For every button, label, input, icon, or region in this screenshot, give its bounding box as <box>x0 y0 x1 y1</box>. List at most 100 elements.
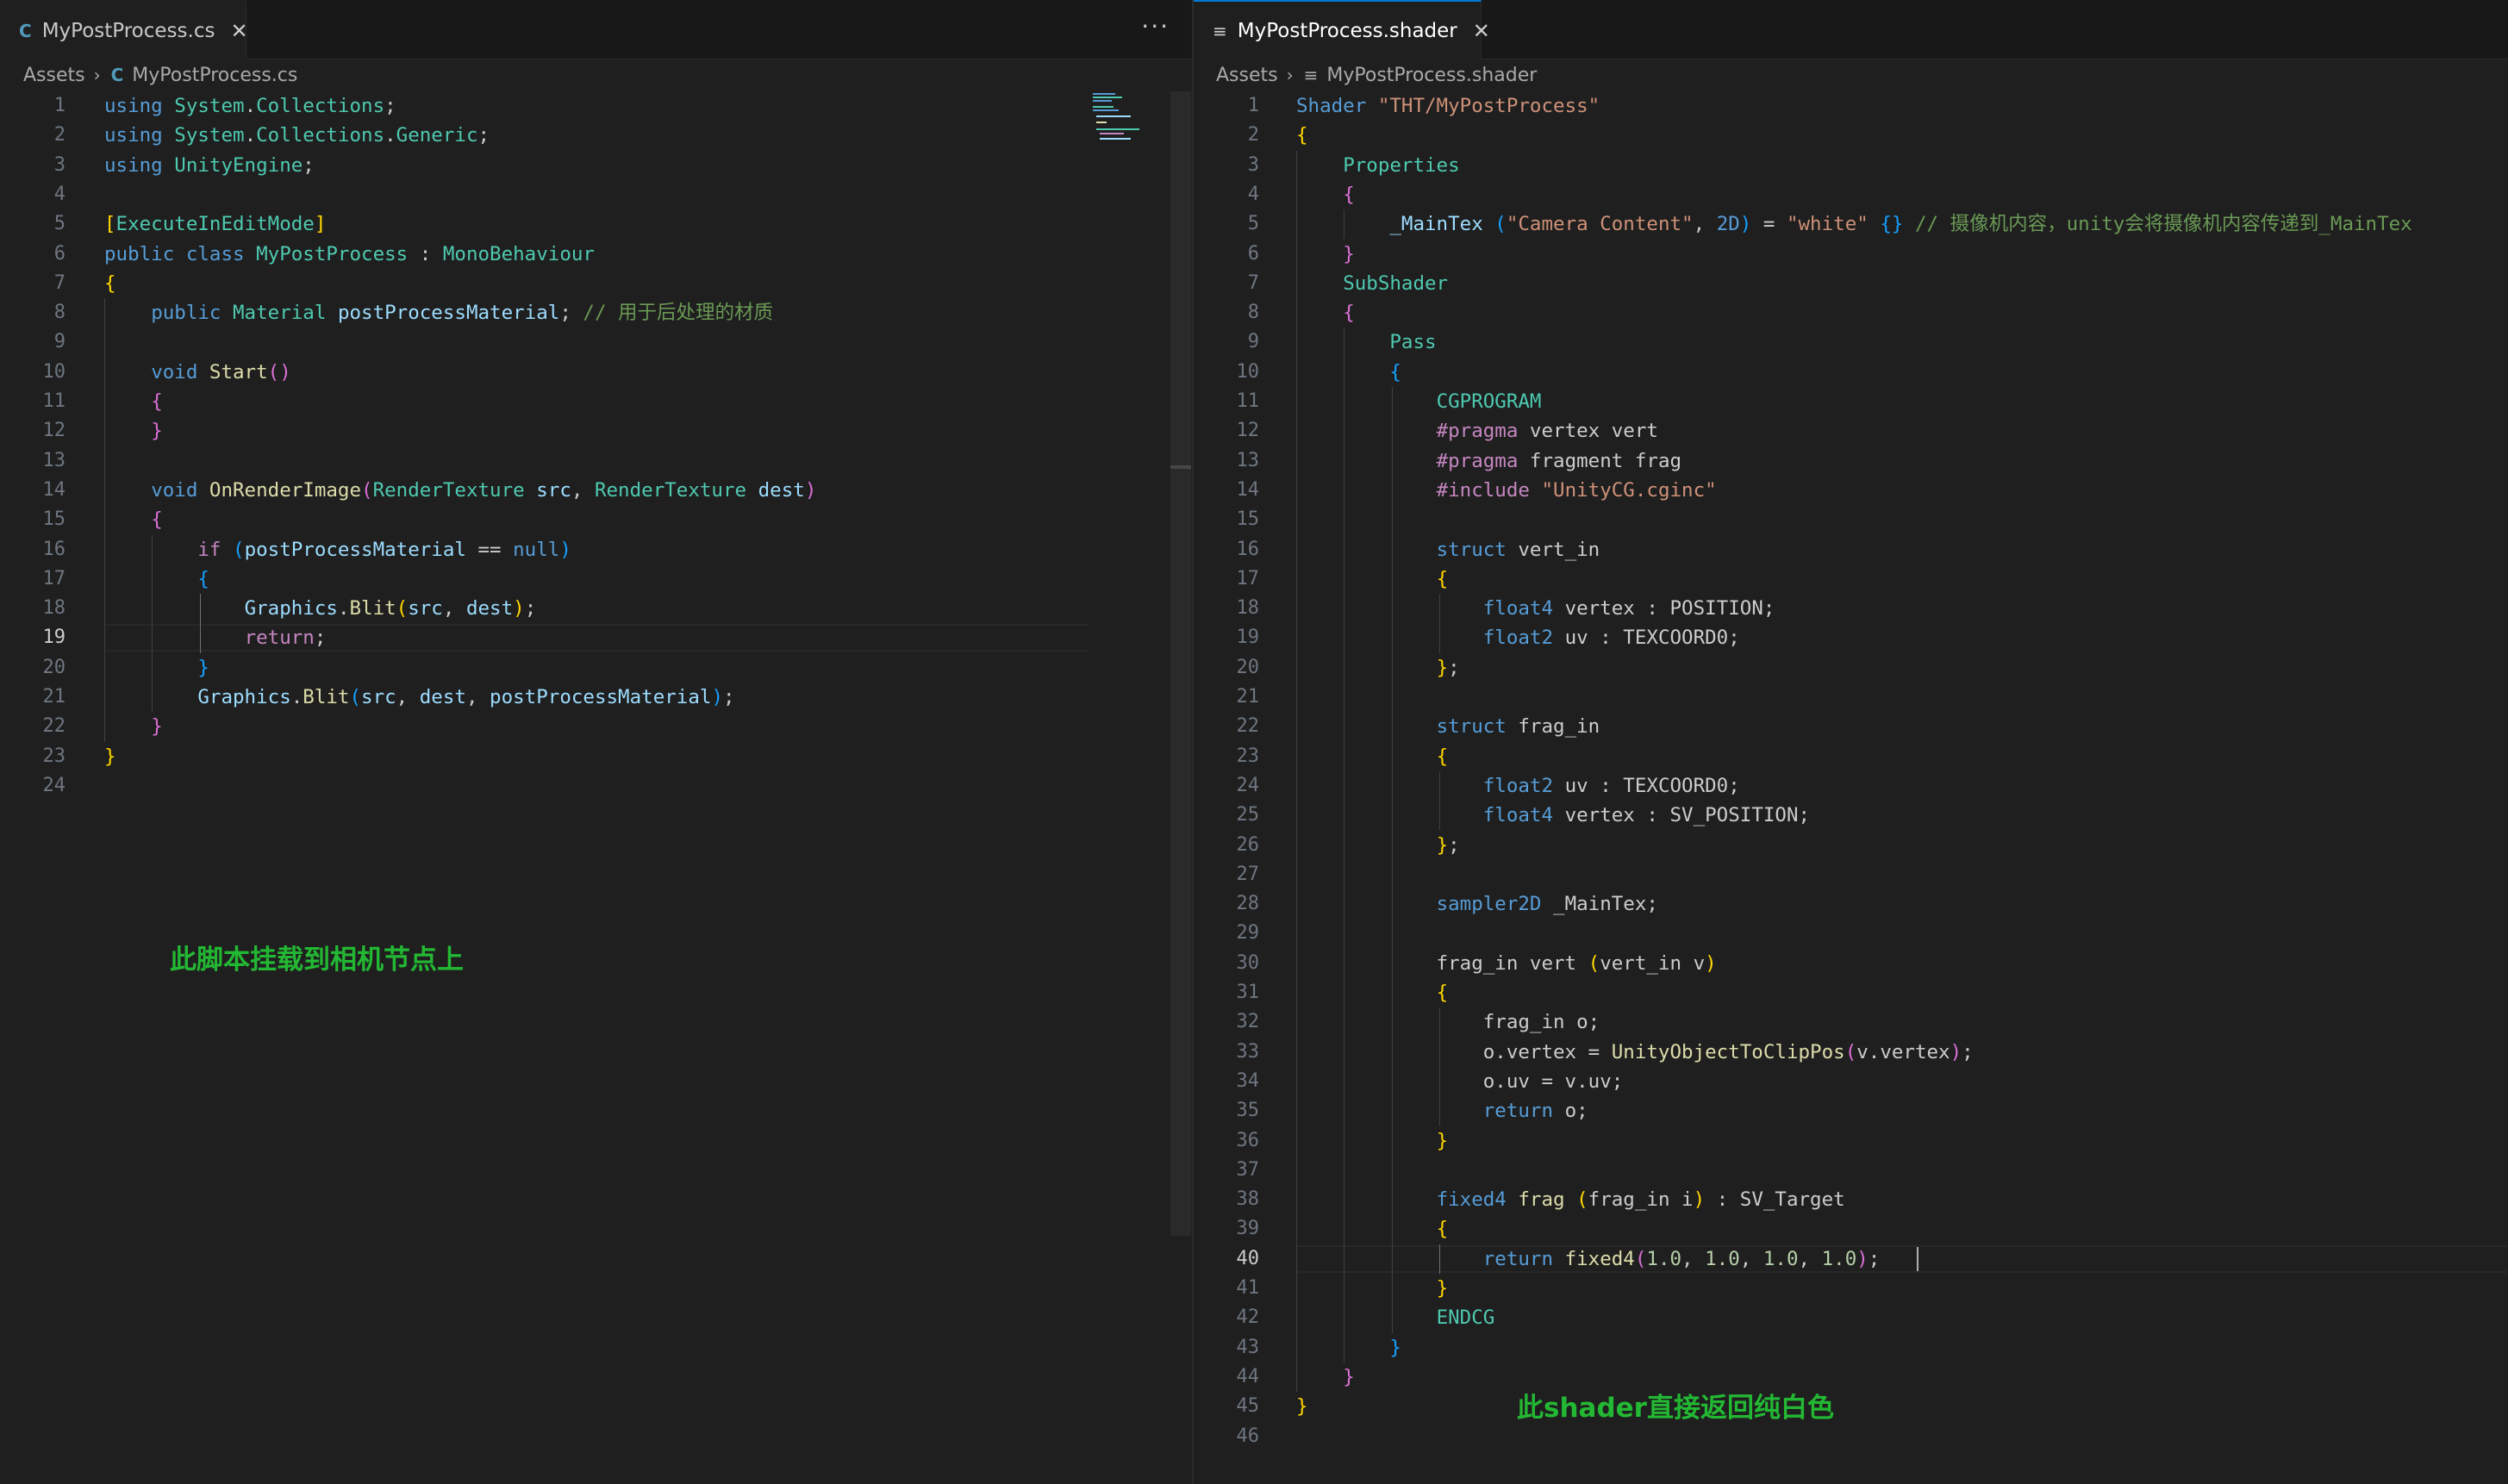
code-token: dest <box>758 478 805 502</box>
code-line[interactable]: 28 sampler2D _MainTex; <box>1194 889 2508 919</box>
line-number: 15 <box>42 508 66 531</box>
code-line[interactable]: 23} <box>0 742 1192 771</box>
code-line[interactable]: 42 ENDCG <box>1194 1303 2508 1332</box>
code-line[interactable]: 13 <box>0 446 1192 476</box>
code-line[interactable]: 3 using UnityEngine; <box>0 151 1192 180</box>
line-number: 5 <box>53 213 66 235</box>
code-line[interactable]: 18 float4 vertex : POSITION; <box>1194 594 2508 623</box>
code-line[interactable]: 17 { <box>0 564 1192 594</box>
code-line[interactable]: 29 <box>1194 919 2508 948</box>
code-line[interactable]: 2{ <box>1194 121 2508 150</box>
code-line[interactable]: 14 #include "UnityCG.cginc" <box>1194 476 2508 505</box>
code-line[interactable]: 22 struct frag_in <box>1194 712 2508 741</box>
code-line[interactable]: 7 SubShader <box>1194 269 2508 298</box>
code-text: public class MyPostProcess : MonoBehavio… <box>104 240 595 269</box>
code-line[interactable]: 26 }; <box>1194 831 2508 860</box>
code-line[interactable]: 16 struct vert_in <box>1194 535 2508 564</box>
code-area[interactable]: 1 Shader "THT/MyPostProcess" 2{3 Propertie… <box>1194 91 2508 1484</box>
code-token: fragment frag <box>1518 449 1682 472</box>
code-line[interactable]: 21 <box>1194 683 2508 712</box>
code-line[interactable]: 36 } <box>1194 1126 2508 1156</box>
code-line[interactable]: 15 { <box>0 505 1192 534</box>
breadcrumb-file[interactable]: MyPostProcess.cs <box>132 65 297 86</box>
code-line[interactable]: 1 Shader "THT/MyPostProcess" <box>1194 91 2508 121</box>
code-line[interactable]: 2 using System.Collections.Generic; <box>0 121 1192 150</box>
code-token: ) <box>1950 1040 1962 1063</box>
code-line[interactable]: 41 } <box>1194 1274 2508 1303</box>
code-token: Shader <box>1296 95 1367 117</box>
code-line[interactable]: 40 return fixed4(1.0, 1.0, 1.0, 1.0); <box>1194 1244 2508 1274</box>
code-line[interactable]: 21 Graphics.Blit(src, dest, postProcessM… <box>0 683 1192 712</box>
code-line[interactable]: 9 <box>0 327 1192 357</box>
code-text: sampler2D _MainTex; <box>1296 889 1658 919</box>
code-token: RenderTexture <box>594 478 747 502</box>
code-line[interactable]: 5 [ExecuteInEditMode] <box>0 209 1192 239</box>
code-line[interactable]: 1 using System.Collections; <box>0 91 1192 121</box>
code-line[interactable]: 22 } <box>0 712 1192 741</box>
minimap[interactable] <box>1093 90 1155 141</box>
code-line[interactable]: 38 fixed4 frag (frag_in i) : SV_Target <box>1194 1185 2508 1214</box>
code-token: o; <box>1553 1100 1588 1123</box>
line-number: 16 <box>1236 538 1260 560</box>
code-line[interactable]: 24 <box>0 771 1192 801</box>
code-line[interactable]: 18 Graphics.Blit(src, dest); <box>0 594 1192 623</box>
code-line[interactable]: 35 return o; <box>1194 1096 2508 1125</box>
tab-mypostprocess-shader[interactable]: ≡ MyPostProcess.shader ✕ <box>1194 0 1490 59</box>
code-line[interactable]: 43 } <box>1194 1333 2508 1362</box>
code-line[interactable]: 11 CGPROGRAM <box>1194 387 2508 416</box>
code-line[interactable]: 46 <box>1194 1422 2508 1451</box>
close-tab-icon[interactable]: ✕ <box>1473 19 1490 43</box>
code-area[interactable]: 1 using System.Collections; 2 using System.… <box>0 91 1192 1484</box>
code-line[interactable]: 15 <box>1194 505 2508 534</box>
breadcrumb-assets[interactable]: Assets <box>1216 65 1278 86</box>
code-line[interactable]: 39 { <box>1194 1214 2508 1244</box>
code-line[interactable]: 44 } <box>1194 1362 2508 1392</box>
code-line[interactable]: 24 float2 uv : TEXCOORD0; <box>1194 771 2508 801</box>
code-line[interactable]: 9 Pass <box>1194 327 2508 357</box>
code-line[interactable]: 12 } <box>0 416 1192 446</box>
code-line[interactable]: 19 return; <box>0 623 1192 652</box>
tab-mypostprocess-cs[interactable]: C MyPostProcess.cs ✕ <box>0 0 248 59</box>
code-token: ( <box>349 686 362 708</box>
code-line[interactable]: 25 float4 vertex : SV_POSITION; <box>1194 801 2508 830</box>
code-line[interactable]: 19 float2 uv : TEXCOORD0; <box>1194 623 2508 652</box>
code-line[interactable]: 34 o.uv = v.uv; <box>1194 1067 2508 1096</box>
breadcrumb-assets[interactable]: Assets <box>23 65 85 86</box>
code-line[interactable]: 20 } <box>0 653 1192 683</box>
code-line[interactable]: 17 { <box>1194 564 2508 594</box>
code-line[interactable]: 8 public Material postProcessMaterial; /… <box>0 298 1192 327</box>
code-line[interactable]: 5 _MainTex ("Camera Content", 2D) = "whi… <box>1194 209 2508 239</box>
code-line[interactable]: 20 }; <box>1194 653 2508 683</box>
code-line[interactable]: 3 Properties <box>1194 151 2508 180</box>
code-line[interactable]: 33 o.vertex = UnityObjectToClipPos(v.ver… <box>1194 1038 2508 1067</box>
breadcrumb-file[interactable]: MyPostProcess.shader <box>1326 65 1537 86</box>
code-line[interactable]: 45} <box>1194 1392 2508 1421</box>
code-line[interactable]: 37 <box>1194 1156 2508 1185</box>
line-number: 7 <box>53 271 66 294</box>
code-line[interactable]: 6 public class MyPostProcess : MonoBehavi… <box>0 240 1192 269</box>
code-line[interactable]: 10 { <box>1194 358 2508 387</box>
code-line[interactable]: 7{ <box>0 269 1192 298</box>
code-line[interactable]: 4 { <box>1194 180 2508 209</box>
code-line[interactable]: 13 #pragma fragment frag <box>1194 446 2508 476</box>
code-line[interactable]: 31 { <box>1194 978 2508 1007</box>
code-line[interactable]: 12 #pragma vertex vert <box>1194 416 2508 446</box>
close-tab-icon[interactable]: ✕ <box>230 19 247 43</box>
code-text: return o; <box>1296 1096 1588 1125</box>
code-line[interactable]: 27 <box>1194 860 2508 889</box>
code-line[interactable]: 14 void OnRenderImage(RenderTexture src,… <box>0 476 1192 505</box>
vertical-scrollbar[interactable] <box>1170 91 1191 1236</box>
code-line[interactable]: 32 frag_in o; <box>1194 1007 2508 1037</box>
code-line[interactable]: 16 if (postProcessMaterial == null) <box>0 535 1192 564</box>
code-line[interactable]: 10 void Start() <box>0 358 1192 387</box>
code-line[interactable]: 6 } <box>1194 240 2508 269</box>
code-line[interactable]: 30 frag_in vert (vert_in v) <box>1194 949 2508 978</box>
more-actions-icon[interactable]: ··· <box>1141 12 1170 41</box>
code-line[interactable]: 4 <box>0 180 1192 209</box>
code-line[interactable]: 8 { <box>1194 298 2508 327</box>
code-line[interactable]: 23 { <box>1194 742 2508 771</box>
code-line[interactable]: 11 { <box>0 387 1192 416</box>
